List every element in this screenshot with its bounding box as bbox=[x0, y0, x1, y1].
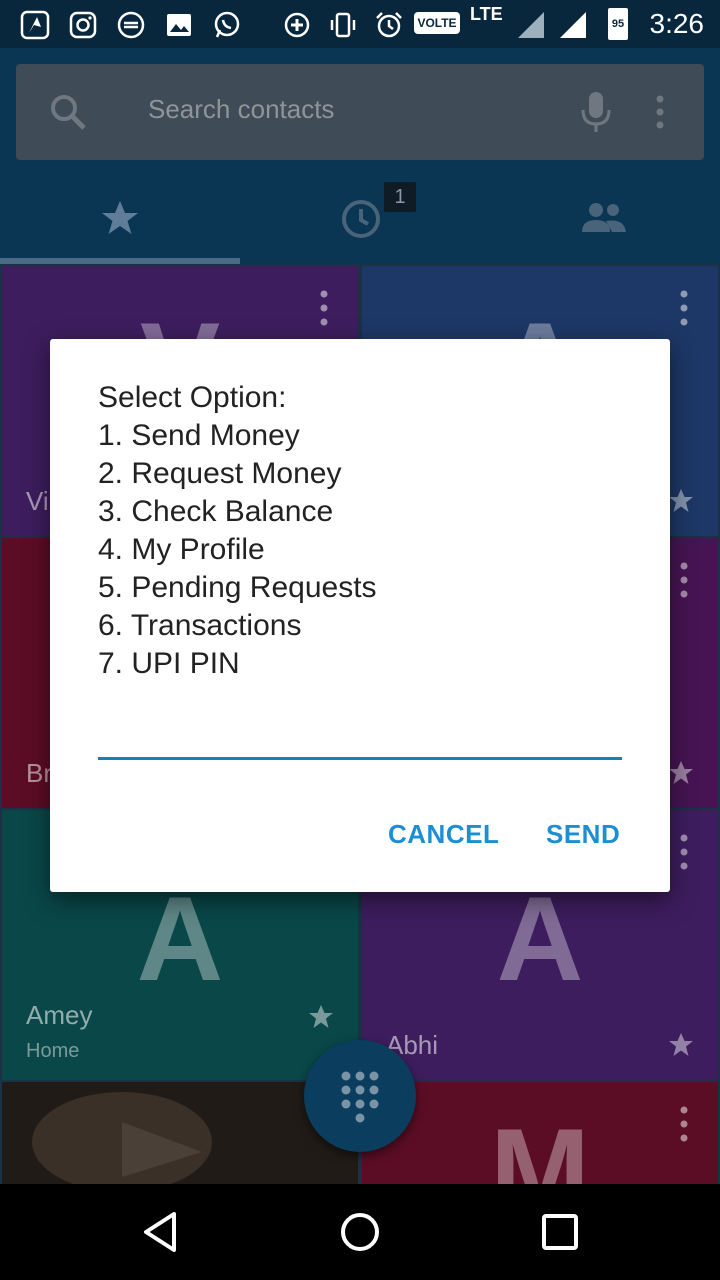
sync-icon bbox=[117, 11, 145, 39]
tab-contacts[interactable] bbox=[480, 176, 720, 264]
recent-apps-icon[interactable] bbox=[540, 1208, 580, 1256]
app-icon bbox=[20, 10, 50, 40]
tab-recents[interactable] bbox=[240, 176, 480, 264]
more-vert-icon[interactable] bbox=[678, 1106, 690, 1142]
more-vert-icon[interactable] bbox=[652, 94, 668, 130]
network-type: LTE bbox=[470, 4, 503, 24]
response-input[interactable] bbox=[98, 711, 622, 760]
clock: 3:26 bbox=[649, 8, 705, 39]
search-input[interactable]: Search contacts bbox=[148, 94, 334, 125]
tab-favorites[interactable] bbox=[0, 176, 240, 264]
dialog-message: Select Option: 1. Send Money 2. Request … bbox=[98, 381, 377, 680]
battery-icon: 95 bbox=[608, 8, 628, 40]
instagram-icon bbox=[69, 11, 97, 39]
home-icon[interactable] bbox=[338, 1208, 382, 1256]
star-icon bbox=[669, 761, 693, 784]
more-vert-icon[interactable] bbox=[678, 834, 690, 870]
alarm-icon bbox=[376, 12, 402, 38]
image-icon bbox=[167, 14, 191, 36]
dialpad-icon bbox=[341, 1071, 379, 1123]
star-icon bbox=[669, 1033, 693, 1056]
dialpad-button[interactable] bbox=[304, 1040, 416, 1152]
more-vert-icon[interactable] bbox=[678, 290, 690, 326]
contact-name: Amey bbox=[26, 1000, 93, 1030]
cancel-button[interactable]: CANCEL bbox=[388, 819, 499, 850]
send-button[interactable]: SEND bbox=[546, 819, 620, 850]
star-icon bbox=[669, 489, 693, 512]
signal-icon bbox=[518, 12, 544, 38]
star-icon bbox=[102, 201, 138, 234]
contact-name: Br bbox=[26, 758, 52, 788]
mic-icon[interactable] bbox=[580, 90, 612, 134]
status-bar: VOLTE LTE 95 3:26 bbox=[0, 0, 720, 48]
contact-name: Vi bbox=[26, 486, 49, 516]
contact-label: Home bbox=[26, 1040, 80, 1062]
people-icon bbox=[582, 203, 626, 232]
recents-badge: 1 bbox=[384, 182, 416, 212]
whatsapp-icon bbox=[214, 11, 240, 38]
back-icon[interactable] bbox=[140, 1208, 180, 1256]
more-vert-icon[interactable] bbox=[678, 562, 690, 598]
ussd-dialog: Select Option: 1. Send Money 2. Request … bbox=[50, 339, 670, 892]
navigation-bar bbox=[0, 1184, 720, 1280]
volte-badge: VOLTE bbox=[414, 12, 460, 34]
search-icon[interactable] bbox=[48, 92, 88, 132]
data-saver-icon bbox=[284, 12, 310, 38]
vibrate-icon bbox=[330, 12, 356, 38]
clock-icon bbox=[342, 200, 380, 238]
signal-icon bbox=[560, 12, 586, 38]
more-vert-icon[interactable] bbox=[318, 290, 330, 326]
star-icon bbox=[309, 1005, 333, 1028]
